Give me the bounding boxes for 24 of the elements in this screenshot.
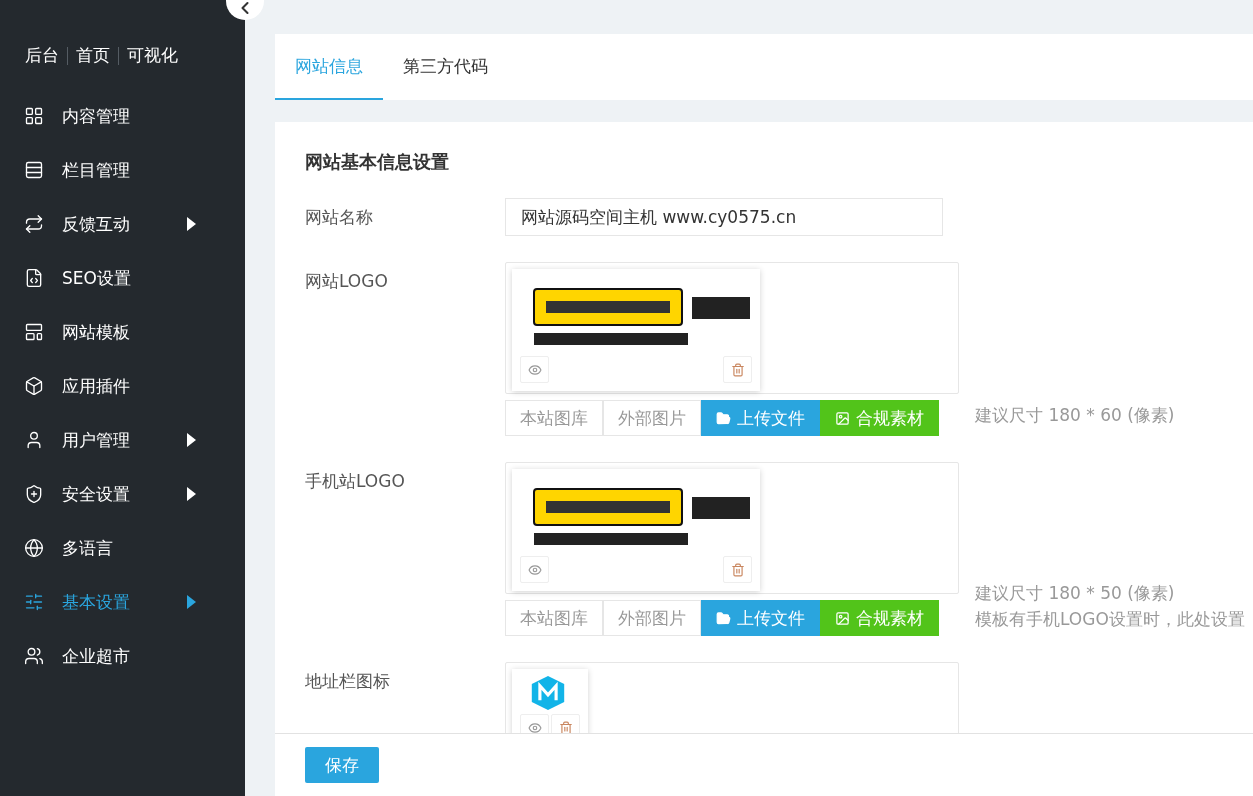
sidebar-item[interactable]: 内容管理 <box>0 89 245 143</box>
sidebar-item[interactable]: 反馈互动 <box>0 197 245 251</box>
field-label: 网站LOGO <box>305 270 389 293</box>
sidebar-item[interactable]: 企业超市 <box>0 629 245 683</box>
quick-link[interactable]: 后台 <box>25 44 59 67</box>
quick-link[interactable]: 可视化 <box>127 44 178 67</box>
sidebar-item[interactable]: 多语言 <box>0 521 245 575</box>
field-label: 地址栏图标 <box>305 670 391 693</box>
sidebar-item[interactable]: 基本设置 <box>0 575 245 629</box>
size-hint: 建议尺寸 180 * 50 (像素) <box>975 582 1176 605</box>
sidebar-item[interactable]: 栏目管理 <box>0 143 245 197</box>
field-label: 手机站LOGO <box>305 470 406 493</box>
size-hint: 建议尺寸 180 * 60 (像素) <box>975 404 1175 427</box>
sidebar-item[interactable]: SEO设置 <box>0 251 245 305</box>
size-hint: 模板有手机LOGO设置时，此处设置 <box>975 608 1245 631</box>
sidebar-item[interactable]: 安全设置 <box>0 467 245 521</box>
section-title: 网站基本信息设置 <box>305 150 450 174</box>
input-field[interactable]: 网站源码空间主机 www.cy0575.cn <box>505 198 943 236</box>
sidebar-item[interactable]: 用户管理 <box>0 413 245 467</box>
field-label: 网站名称 <box>305 206 374 229</box>
tab[interactable]: 第三方代码 <box>383 34 508 100</box>
sidebar-item[interactable]: 应用插件 <box>0 359 245 413</box>
quick-link[interactable]: 首页 <box>76 44 110 67</box>
sidebar-item[interactable]: 网站模板 <box>0 305 245 359</box>
